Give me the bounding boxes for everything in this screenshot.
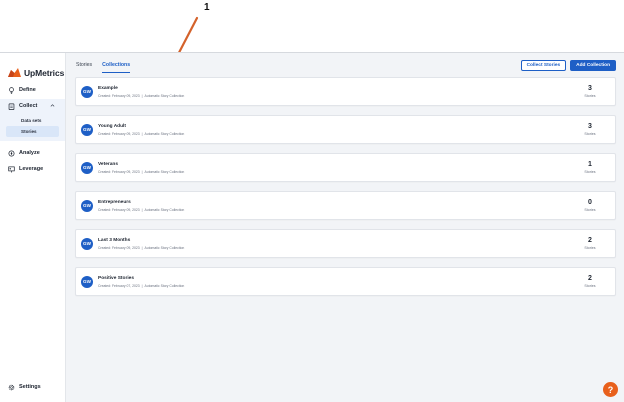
story-count: 3 Stories xyxy=(579,123,601,136)
gear-icon xyxy=(8,384,15,391)
story-count: 0 Stories xyxy=(579,199,601,212)
collection-meta: Created: February 09, 2023 | Automatic Sto… xyxy=(98,208,579,212)
created-date: Created: February 09, 2023 xyxy=(98,131,140,136)
collect-stories-button[interactable]: Collect Stories xyxy=(520,59,567,71)
collection-meta: Created: February 09, 2023 | Automatic Sto… xyxy=(98,170,579,174)
annotation-number: 1 xyxy=(204,2,210,13)
sidebar-item-label: Collect xyxy=(19,103,38,109)
collection-meta: Created: February 09, 2023 | Automatic Sto… xyxy=(98,132,579,136)
sidebar-item-settings[interactable]: Settings xyxy=(0,380,49,394)
collection-meta: Created: February 09, 2023 | Automatic Sto… xyxy=(98,94,579,98)
tab-bar: Stories Collections xyxy=(76,58,131,73)
avatar: GW xyxy=(81,85,93,98)
sidebar-item-leverage[interactable]: Leverage xyxy=(0,162,65,176)
collection-card[interactable]: GW Young Adult Created: February 09, 2023 |… xyxy=(75,115,616,144)
created-date: Created: February 09, 2023 xyxy=(98,93,140,98)
collection-title[interactable]: Veterans xyxy=(98,162,579,167)
story-count-label: Stories xyxy=(584,94,596,98)
sidebar-item-label: Analyze xyxy=(19,150,40,156)
story-count-value: 2 xyxy=(588,275,592,282)
sidebar-subitem-data-sets[interactable]: Data sets xyxy=(0,115,65,126)
collection-type: Automatic Story Collection xyxy=(144,245,185,250)
add-collection-button[interactable]: Add Collection xyxy=(570,59,616,71)
tab-collections[interactable]: Collections xyxy=(102,58,131,73)
collection-type: Automatic Story Collection xyxy=(144,283,185,288)
story-count-label: Stories xyxy=(584,170,596,174)
collection-title[interactable]: Young Adult xyxy=(98,124,579,129)
settings-label: Settings xyxy=(19,384,41,390)
collection-info: Entrepreneurs Created: February 09, 2023 |… xyxy=(98,200,579,212)
created-date: Created: February 07, 2023 xyxy=(98,283,140,288)
help-button[interactable]: ? xyxy=(603,382,618,397)
story-count: 3 Stories xyxy=(579,85,601,98)
created-date: Created: February 09, 2023 xyxy=(98,207,140,212)
collection-type: Automatic Story Collection xyxy=(144,131,185,136)
story-count-value: 0 xyxy=(588,199,592,206)
sidebar-item-analyze[interactable]: Analyze xyxy=(0,146,65,160)
collection-card[interactable]: GW Positive Stories Created: February 07, … xyxy=(75,267,616,296)
story-count-label: Stories xyxy=(584,132,596,136)
collection-card[interactable]: GW Example Created: February 09, 2023 | Auto… xyxy=(75,77,616,106)
collection-card[interactable]: GW Veterans Created: February 09, 2023 | Aut… xyxy=(75,153,616,182)
screenshot-stage: 1 UpMetrics Define Collect Data sets Sto… xyxy=(0,0,624,402)
collection-title[interactable]: Example xyxy=(98,86,579,91)
collection-type: Automatic Story Collection xyxy=(144,207,185,212)
collection-type: Automatic Story Collection xyxy=(144,93,185,98)
presentation-icon xyxy=(8,166,15,173)
brand-name: UpMetrics xyxy=(24,68,65,78)
collection-card[interactable]: GW Entrepreneurs Created: February 09, 202… xyxy=(75,191,616,220)
collection-info: Positive Stories Created: February 07, 20… xyxy=(98,276,579,288)
story-count-label: Stories xyxy=(584,208,596,212)
tab-stories[interactable]: Stories xyxy=(76,58,92,73)
collection-title[interactable]: Entrepreneurs xyxy=(98,200,579,205)
collection-meta: Created: February 07, 2023 | Automatic Sto… xyxy=(98,284,579,288)
story-count: 2 Stories xyxy=(579,237,601,250)
chevron-up-icon[interactable] xyxy=(50,103,55,108)
collection-title[interactable]: Last 3 Months xyxy=(98,238,579,243)
sidebar-subitem-stories[interactable]: Stories xyxy=(6,126,59,137)
story-count-value: 3 xyxy=(588,85,592,92)
app-window: UpMetrics Define Collect Data sets Stori… xyxy=(0,52,624,402)
story-count-label: Stories xyxy=(584,246,596,250)
story-count-value: 1 xyxy=(588,161,592,168)
brand-logo[interactable]: UpMetrics xyxy=(0,53,65,83)
story-count-value: 2 xyxy=(588,237,592,244)
sidebar-item-define[interactable]: Define xyxy=(0,83,65,97)
sidebar: UpMetrics Define Collect Data sets Stori… xyxy=(0,53,66,402)
story-count: 1 Stories xyxy=(579,161,601,174)
collect-submenu: Data sets Stories xyxy=(0,113,65,141)
clipboard-icon xyxy=(8,103,15,110)
collection-info: Young Adult Created: February 09, 2023 | Au… xyxy=(98,124,579,136)
avatar: GW xyxy=(81,199,93,212)
collection-info: Last 3 Months Created: February 09, 2023 |… xyxy=(98,238,579,250)
lightbulb-icon xyxy=(8,86,15,94)
created-date: Created: February 09, 2023 xyxy=(98,169,140,174)
collection-list: GW Example Created: February 09, 2023 | Auto… xyxy=(66,77,624,296)
sidebar-item-collect[interactable]: Collect xyxy=(0,99,65,113)
collection-info: Example Created: February 09, 2023 | Automa… xyxy=(98,86,579,98)
toolbar-actions: Collect Stories Add Collection xyxy=(520,59,616,71)
collection-info: Veterans Created: February 09, 2023 | Autom… xyxy=(98,162,579,174)
collection-type: Automatic Story Collection xyxy=(144,169,185,174)
story-count-label: Stories xyxy=(584,284,596,288)
main-content: Stories Collections Collect Stories Add … xyxy=(66,53,624,402)
avatar: GW xyxy=(81,237,93,250)
collection-meta: Created: February 09, 2023 | Automatic Sto… xyxy=(98,246,579,250)
avatar: GW xyxy=(81,275,93,288)
upmetrics-logo-icon xyxy=(8,68,21,77)
sidebar-item-label: Leverage xyxy=(19,166,44,172)
top-bar: Stories Collections Collect Stories Add … xyxy=(66,53,624,77)
sidebar-item-label: Define xyxy=(19,87,36,93)
compass-icon xyxy=(8,150,15,157)
collection-card[interactable]: GW Last 3 Months Created: February 09, 202… xyxy=(75,229,616,258)
collection-title[interactable]: Positive Stories xyxy=(98,276,579,281)
story-count: 2 Stories xyxy=(579,275,601,288)
created-date: Created: February 09, 2023 xyxy=(98,245,140,250)
avatar: GW xyxy=(81,123,93,136)
story-count-value: 3 xyxy=(588,123,592,130)
avatar: GW xyxy=(81,161,93,174)
